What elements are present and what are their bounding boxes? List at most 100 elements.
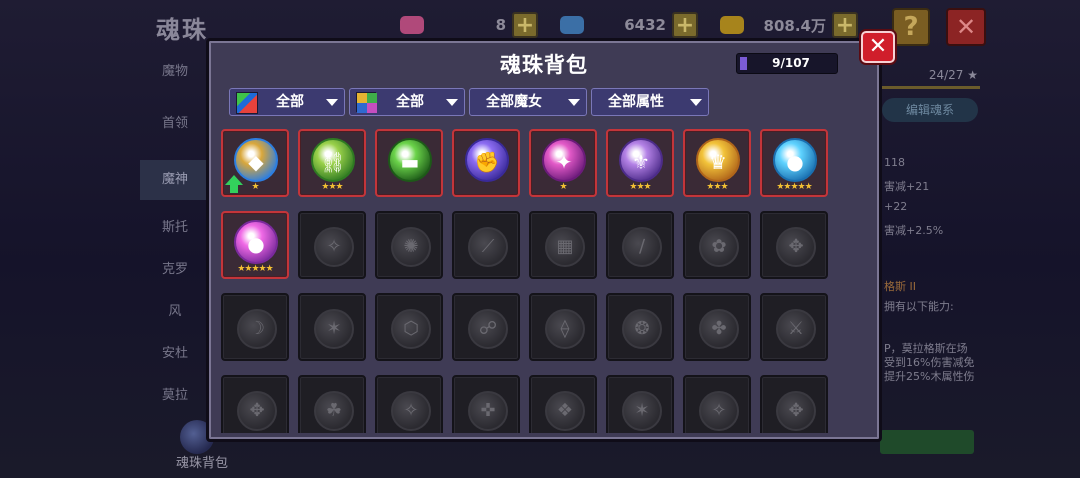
page-close-button[interactable]: ✕ [946,8,986,46]
empty-orb-slot[interactable]: ✶ [298,293,366,361]
cyan-bubble-orb-icon: ● [773,138,817,182]
locked-orb-silhouette-icon: ✥ [776,227,816,267]
star-rating: ★★★★★ [776,182,812,192]
skill-name: 格斯 II [884,280,916,293]
empty-orb-slot[interactable]: ∕ [606,211,674,279]
filter-label: 全部 [396,94,424,110]
locked-orb-silhouette-icon: ✶ [622,391,662,431]
locked-orb-silhouette-icon: ✺ [391,227,431,267]
sidebar-item[interactable]: 魔神 [140,160,210,200]
silhouette-glyph: ▦ [556,236,574,257]
silhouette-glyph: ✶ [326,318,342,339]
silhouette-glyph: ✧ [711,400,727,421]
orb-slot-green-chain-orb[interactable]: ⛓ ★★★ [298,129,366,197]
orb-slot-purple-fist-orb[interactable]: ✊ [452,129,520,197]
sidebar-item[interactable]: 斯托 [140,208,210,248]
sidebar-item[interactable]: 安杜 [140,334,210,374]
empty-orb-slot[interactable]: ✤ [683,293,751,361]
empty-orb-slot[interactable]: ✥ [221,375,289,433]
filter-element-dropdown[interactable]: 全部 [349,88,465,116]
locked-orb-silhouette-icon: ⚔ [776,309,816,349]
orb-slot-magenta-sigil-orb[interactable]: ✦ ★ [529,129,597,197]
empty-orb-slot[interactable]: ❖ [529,375,597,433]
orb-slot-blue-crystal-orb[interactable]: ◆ ★ [221,129,289,197]
silhouette-glyph: ✺ [403,236,419,257]
sidebar-item[interactable]: 莫拉 [140,376,210,416]
silhouette-glyph: ☘ [325,400,343,421]
page-title: 魂珠 [156,16,208,44]
soul-bag-label[interactable]: 魂珠背包 [176,452,228,471]
gold-coin-icon [720,16,744,34]
empty-orb-slot[interactable]: ☍ [452,293,520,361]
orb-slot-cyan-bubble-orb[interactable]: ● ★★★★★ [760,129,828,197]
silhouette-glyph: ✶ [634,400,650,421]
empty-orb-slot[interactable]: ☽ [221,293,289,361]
add-pink-gem-button[interactable]: + [512,12,538,38]
empty-orb-slot[interactable]: ✧ [375,375,443,433]
right-info-panel: 24/27 ★ 编辑魂系 118 害减+21 +22 害减+2.5% 格斯 II… [880,52,990,478]
silhouette-glyph: ❂ [634,318,650,339]
magenta-sigil-orb-icon: ✦ [542,138,586,182]
sidebar-item[interactable]: 风 [140,292,210,332]
empty-orb-slot[interactable]: ▦ [529,211,597,279]
empty-orb-slot[interactable]: ⚔ [760,293,828,361]
add-gold-coin-button[interactable]: + [832,12,858,38]
blue-diamond-icon [560,16,584,34]
locked-orb-silhouette-icon: ⟠ [545,309,585,349]
sidebar-item[interactable]: 首领 [140,104,210,144]
filter-attribute-dropdown[interactable]: 全部属性 [591,88,709,116]
empty-orb-slot[interactable]: ⟠ [529,293,597,361]
modal-close-button[interactable]: ✕ [861,31,895,63]
filter-label: 全部魔女 [486,94,542,110]
star-rating: ★★★ [706,182,728,192]
locked-orb-silhouette-icon: ✥ [237,391,277,431]
blue-diamond-count: 6432 [624,16,666,34]
orb-glyph: ⛓ [320,150,346,174]
empty-orb-slot[interactable]: ☘ [298,375,366,433]
silhouette-glyph: ∕ [638,236,646,257]
locked-orb-silhouette-icon: ✜ [468,391,508,431]
orb-glyph: ▬ [400,150,420,174]
empty-orb-slot[interactable]: ✧ [683,375,751,433]
locked-orb-silhouette-icon: ✧ [314,227,354,267]
gold-crest-orb-icon: ♛ [696,138,740,182]
empty-orb-slot[interactable]: ✜ [452,375,520,433]
empty-orb-slot[interactable]: ✿ [683,211,751,279]
empty-orb-slot[interactable]: ✺ [375,211,443,279]
add-blue-diamond-button[interactable]: + [672,12,698,38]
violet-crest-orb-icon: ⚜ [619,138,663,182]
confirm-button[interactable] [880,430,974,454]
filter-rarity-dropdown[interactable]: 全部 [229,88,345,116]
silhouette-glyph: ✧ [326,236,342,257]
chevron-down-icon [690,99,702,106]
stat-line: +22 [884,200,908,213]
empty-orb-slot[interactable]: ⟋ [452,211,520,279]
empty-orb-slot[interactable]: ⬡ [375,293,443,361]
locked-orb-silhouette-icon: ⟋ [468,227,508,267]
silhouette-glyph: ✤ [711,318,727,339]
edit-soul-system-button[interactable]: 编辑魂系 [882,98,978,122]
silhouette-glyph: ⟠ [560,318,570,339]
silhouette-glyph: ⟋ [481,236,495,257]
sidebar-item[interactable]: 克罗 [140,250,210,290]
orb-slot-pink-bubble-orb[interactable]: ● ★★★★★ [221,211,289,279]
stat-line: 118 [884,156,905,169]
help-button[interactable]: ? [892,8,930,46]
orb-glyph: ⚜ [632,150,650,174]
orb-slot-violet-crest-orb[interactable]: ⚜ ★★★ [606,129,674,197]
orb-slot-green-cannon-orb[interactable]: ▬ [375,129,443,197]
filter-witch-dropdown[interactable]: 全部魔女 [469,88,587,116]
empty-orb-slot[interactable]: ✥ [760,375,828,433]
locked-orb-silhouette-icon: ❂ [622,309,662,349]
orb-glyph: ◆ [248,150,264,174]
empty-orb-slot[interactable]: ✥ [760,211,828,279]
progress-bar [880,86,980,89]
silhouette-glyph: ✿ [711,236,727,257]
skill-desc-line: 提升25%木属性伤 [884,370,975,383]
orb-slot-gold-crest-orb[interactable]: ♛ ★★★ [683,129,751,197]
sidebar-item[interactable]: 魔物 [140,52,210,92]
locked-orb-silhouette-icon: ✥ [776,391,816,431]
empty-orb-slot[interactable]: ❂ [606,293,674,361]
empty-orb-slot[interactable]: ✶ [606,375,674,433]
empty-orb-slot[interactable]: ✧ [298,211,366,279]
